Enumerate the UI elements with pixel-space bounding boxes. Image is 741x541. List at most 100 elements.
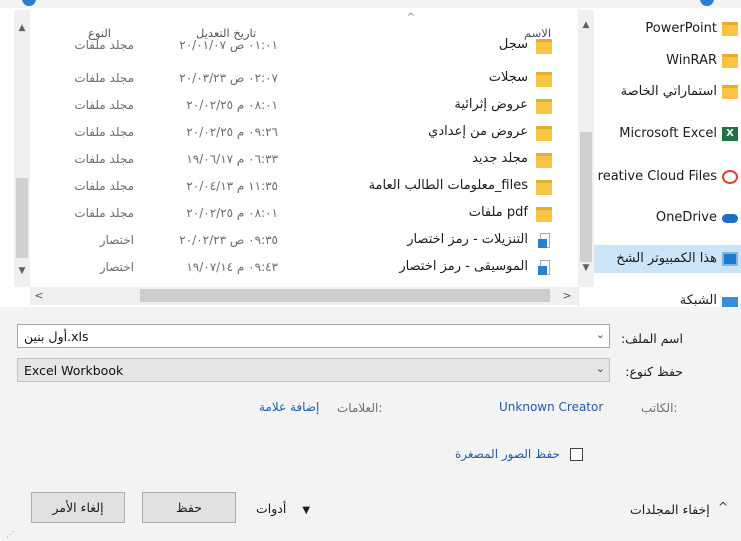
file-date-modified: ٠٢:٠٧ ص ٢٠/٠٣/٢٣ <box>179 71 278 85</box>
nav-item[interactable]: OneDrive <box>594 204 741 232</box>
scroll-down-icon[interactable]: ▼ <box>14 263 30 279</box>
folder-icon <box>536 99 552 114</box>
scroll-thumb[interactable] <box>16 178 28 258</box>
file-type: اختصار <box>99 233 134 247</box>
nav-item[interactable]: هذا الكمبيوتر الشخ <box>594 245 741 273</box>
hide-folders-button[interactable]: إخفاء المجلدات <box>630 502 710 517</box>
file-name: عروض إثرائية <box>454 97 528 112</box>
nav-item-label: PowerPoint <box>645 21 717 36</box>
file-type: مجلد ملفات <box>74 179 134 193</box>
network-icon <box>722 297 738 307</box>
nav-item[interactable]: الشبكة <box>594 287 741 308</box>
nav-item[interactable]: reative Cloud Files <box>594 163 741 191</box>
file-name: التنزيلات - رمز اختصار <box>407 232 528 247</box>
file-type: مجلد ملفات <box>74 38 134 52</box>
sort-caret-icon: ^ <box>406 12 416 23</box>
folder-icon <box>536 207 552 222</box>
scroll-left-icon[interactable]: < <box>30 287 48 305</box>
folder-icon <box>722 85 738 99</box>
file-row[interactable]: اختصار ٠٩:٣٥ ص ٢٠/٠٢/٢٣ التنزيلات - رمز اخ… <box>30 227 570 254</box>
music-shortcut-icon <box>538 260 551 277</box>
file-date-modified: ٠٩:٣٥ ص ٢٠/٠٢/٢٣ <box>179 233 278 247</box>
file-row[interactable]: مجلد ملفات ٠١:٠١ ص ٢٠/٠١/٠٧ سجل <box>30 37 570 65</box>
filename-input[interactable]: أول بنين.xls ⌄ <box>17 324 610 348</box>
file-name: مجلد جديد <box>472 151 528 166</box>
nav-item[interactable]: WinRAR <box>594 47 741 75</box>
file-name: pdf ملفات <box>468 205 528 220</box>
file-name: الموسيقى - رمز اختصار <box>399 259 528 274</box>
folder-icon <box>722 22 738 36</box>
save-thumbnail-checkbox[interactable] <box>570 448 583 461</box>
file-date-modified: ٠٨:٠١ م ٢٠/٠٢/٢٥ <box>186 98 278 112</box>
nav-item-label: reative Cloud Files <box>597 169 717 184</box>
save-button[interactable]: حفظ <box>142 492 236 523</box>
download-shortcut-icon <box>538 233 551 250</box>
computer-icon <box>722 252 738 266</box>
tools-label: أدوات <box>256 501 287 516</box>
folder-icon <box>536 126 552 141</box>
nav-item[interactable]: Microsoft Excel X <box>594 120 741 148</box>
folder-icon <box>536 72 552 87</box>
resize-grip-icon[interactable]: ⋰ <box>6 530 14 539</box>
save-thumbnail-label[interactable]: حفظ الصور المصغرة <box>455 447 560 461</box>
file-date-modified: ٠٦:٣٣ م ١٩/٠٦/١٧ <box>186 152 278 166</box>
horizontal-scroll-thumb[interactable] <box>140 289 550 302</box>
savetype-label: حفظ كنوع: <box>625 364 683 379</box>
file-row[interactable]: مجلد ملفات ٠٨:٠١ م ٢٠/٠٢/٢٥ pdf ملفات <box>30 200 570 227</box>
file-date-modified: ٠١:٠١ ص ٢٠/٠١/٠٧ <box>179 38 278 52</box>
nav-item[interactable]: استماراتي الخاصة <box>594 78 741 106</box>
tags-value[interactable]: إضافة علامة <box>259 400 319 414</box>
tools-menu[interactable]: أدوات ▼ <box>256 501 310 516</box>
file-type: مجلد ملفات <box>74 98 134 112</box>
file-list-horizontal-scrollbar[interactable]: < > <box>30 287 576 305</box>
file-date-modified: ١١:٣٥ م ٢٠/٠٤/١٣ <box>186 179 278 193</box>
file-date-modified: ٠٨:٠١ م ٢٠/٠٢/٢٥ <box>186 206 278 220</box>
file-name: files_معلومات الطالب العامة <box>368 178 528 193</box>
file-type: مجلد ملفات <box>74 125 134 139</box>
excel-icon: X <box>722 127 738 141</box>
file-row[interactable]: مجلد ملفات ٠٩:٢٦ م ٢٠/٠٢/٢٥ عروض من إعدادي <box>30 119 570 146</box>
scroll-up-icon[interactable]: ▲ <box>14 20 30 36</box>
nav-vertical-scrollbar[interactable]: ▲ ▼ <box>578 10 594 287</box>
file-row[interactable]: مجلد ملفات ٠٨:٠١ م ٢٠/٠٢/٢٥ عروض إثرائية <box>30 92 570 119</box>
file-type: اختصار <box>99 260 134 274</box>
nav-item-label: OneDrive <box>655 210 717 225</box>
file-row[interactable]: مجلد ملفات ٠٢:٠٧ ص ٢٠/٠٣/٢٣ سجلات <box>30 65 570 92</box>
nav-item-label: هذا الكمبيوتر الشخ <box>616 251 717 266</box>
chevron-down-icon[interactable]: ⌄ <box>596 362 605 375</box>
folder-icon <box>722 54 738 68</box>
nav-item-label: WinRAR <box>666 53 717 68</box>
file-type: مجلد ملفات <box>74 206 134 220</box>
nav-item-label: Microsoft Excel <box>619 126 717 141</box>
filename-label: اسم الملف: <box>620 331 683 346</box>
tags-label: العلامات: <box>337 401 383 415</box>
creative-cloud-icon <box>722 170 738 184</box>
file-date-modified: ٠٩:٤٣ م ١٩/٠٧/١٤ <box>186 260 278 274</box>
nav-item[interactable]: PowerPoint <box>594 15 741 43</box>
tools-dropdown-icon: ▼ <box>302 505 311 516</box>
file-row[interactable]: مجلد ملفات ٠٦:٣٣ م ١٩/٠٦/١٧ مجلد جديد <box>30 146 570 173</box>
file-row[interactable]: اختصار ٠٩:٤٣ م ١٩/٠٧/١٤ الموسيقى - رمز اخت… <box>30 254 570 281</box>
savetype-select[interactable]: Excel Workbook ⌄ <box>17 358 610 382</box>
title-strip <box>0 0 741 8</box>
author-label: الكاتب: <box>641 401 678 415</box>
nav-item-label: استماراتي الخاصة <box>620 84 717 99</box>
folder-icon <box>536 39 552 54</box>
chevron-down-icon[interactable]: ⌄ <box>596 328 605 341</box>
file-row[interactable]: مجلد ملفات ١١:٣٥ م ٢٠/٠٤/١٣ files_معلومات … <box>30 173 570 200</box>
file-list-vertical-scrollbar[interactable]: ▲ ▼ <box>14 10 30 287</box>
nav-scroll-up-icon[interactable]: ▲ <box>578 20 594 30</box>
author-value[interactable]: Unknown Creator <box>499 400 603 414</box>
nav-scroll-thumb[interactable] <box>580 132 592 262</box>
cancel-button[interactable]: إلغاء الأمر <box>31 492 125 523</box>
folder-icon <box>536 180 552 195</box>
chevron-up-icon[interactable]: ^ <box>718 500 728 514</box>
savetype-value: Excel Workbook <box>24 363 124 378</box>
file-name: سجل <box>498 37 528 52</box>
scroll-right-icon[interactable]: > <box>558 287 576 305</box>
file-type: مجلد ملفات <box>74 71 134 85</box>
filename-value: أول بنين.xls <box>24 329 89 344</box>
nav-scroll-down-icon[interactable]: ▼ <box>578 263 594 273</box>
file-type: مجلد ملفات <box>74 152 134 166</box>
nav-item-label: الشبكة <box>679 293 717 308</box>
